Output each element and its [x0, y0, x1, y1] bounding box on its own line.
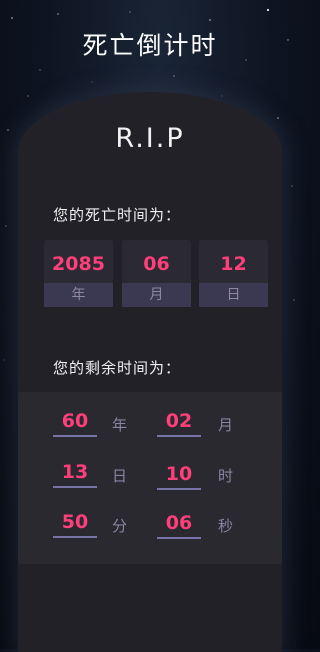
remaining-minutes-value: 50	[53, 511, 97, 538]
remaining-hours-value: 10	[157, 463, 201, 490]
death-day-box: 12 日	[199, 240, 268, 307]
death-day-value: 12	[220, 253, 247, 275]
death-day-unit: 日	[199, 283, 268, 307]
death-year-value: 2085	[52, 253, 105, 275]
remaining-years-unit: 年	[112, 416, 128, 434]
death-year-unit: 年	[44, 283, 113, 307]
rip-heading: R.I.P	[115, 123, 185, 154]
death-month-value: 06	[143, 253, 170, 275]
remaining-seconds-value: 06	[157, 512, 201, 539]
remaining-days-unit: 日	[112, 467, 128, 485]
remaining-years-value: 60	[53, 410, 97, 437]
app-title: 死亡倒计时	[82, 31, 218, 60]
remaining-minutes-unit: 分	[112, 517, 128, 535]
remaining-days-value: 13	[53, 461, 97, 488]
death-time-label: 您的死亡时间为：	[53, 206, 182, 224]
death-month-unit: 月	[122, 283, 191, 307]
death-month-box: 06 月	[122, 240, 191, 307]
remaining-time-label: 您的剩余时间为：	[53, 359, 182, 377]
remaining-hours-unit: 时	[218, 467, 234, 485]
remaining-months-value: 02	[157, 410, 201, 437]
remaining-months-unit: 月	[218, 416, 234, 434]
death-year-box: 2085 年	[44, 240, 113, 307]
remaining-seconds-unit: 秒	[218, 517, 234, 535]
